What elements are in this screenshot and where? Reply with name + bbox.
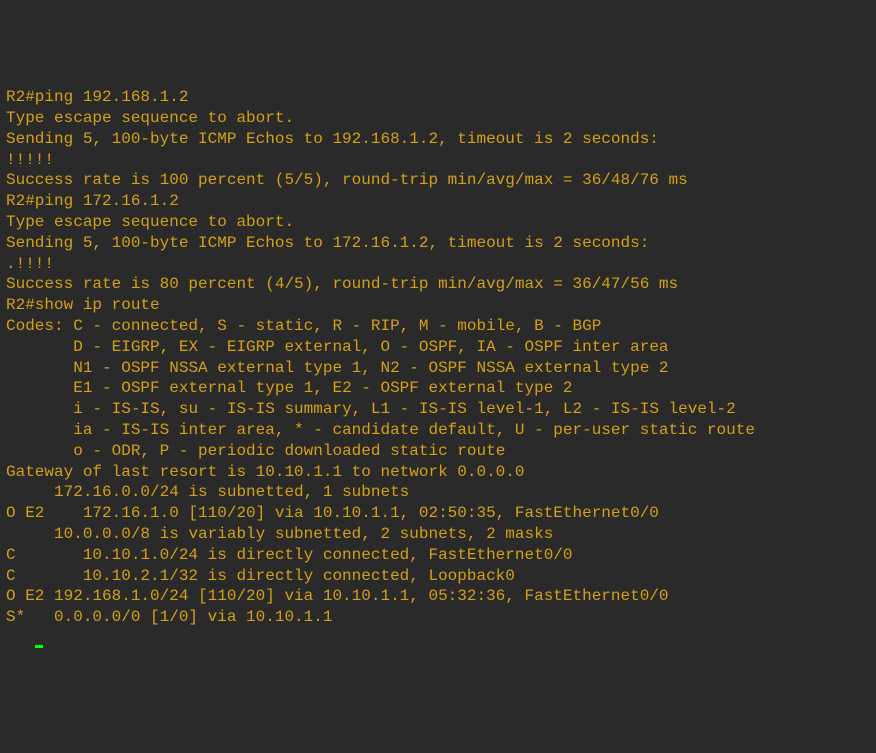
terminal-line: C 10.10.2.1/32 is directly connected, Lo… [6, 566, 870, 587]
terminal-line: D - EIGRP, EX - EIGRP external, O - OSPF… [6, 337, 870, 358]
terminal-line: Gateway of last resort is 10.10.1.1 to n… [6, 462, 870, 483]
terminal-line: N1 - OSPF NSSA external type 1, N2 - OSP… [6, 358, 870, 379]
terminal-line: R2#show ip route [6, 295, 870, 316]
terminal-line: E1 - OSPF external type 1, E2 - OSPF ext… [6, 378, 870, 399]
terminal-line: R2#ping 192.168.1.2 [6, 87, 870, 108]
terminal-line: Sending 5, 100-byte ICMP Echos to 172.16… [6, 233, 870, 254]
terminal-line: Success rate is 80 percent (4/5), round-… [6, 274, 870, 295]
terminal-text: S* 0.0.0.0/0 [1/0] via 10.10.1.1 [6, 608, 332, 626]
terminal-line: O E2 192.168.1.0/24 [110/20] via 10.10.1… [6, 586, 870, 607]
terminal-line: C 10.10.1.0/24 is directly connected, Fa… [6, 545, 870, 566]
terminal-line: Type escape sequence to abort. [6, 108, 870, 129]
terminal-line: Codes: C - connected, S - static, R - RI… [6, 316, 870, 337]
terminal-line: .!!!! [6, 254, 870, 275]
terminal-line: ia - IS-IS inter area, * - candidate def… [6, 420, 870, 441]
terminal-line: Type escape sequence to abort. [6, 212, 870, 233]
terminal-line: !!!!! [6, 150, 870, 171]
terminal-line: 172.16.0.0/24 is subnetted, 1 subnets [6, 482, 870, 503]
terminal-line: O E2 172.16.1.0 [110/20] via 10.10.1.1, … [6, 503, 870, 524]
terminal-line: Success rate is 100 percent (5/5), round… [6, 170, 870, 191]
terminal-line: 10.0.0.0/8 is variably subnetted, 2 subn… [6, 524, 870, 545]
terminal-line: o - ODR, P - periodic downloaded static … [6, 441, 870, 462]
terminal-output[interactable]: R2#ping 192.168.1.2Type escape sequence … [6, 87, 870, 649]
terminal-line: S* 0.0.0.0/0 [1/0] via 10.10.1.1 [6, 607, 870, 628]
terminal-line: R2#ping 172.16.1.2 [6, 191, 870, 212]
terminal-line: i - IS-IS, su - IS-IS summary, L1 - IS-I… [6, 399, 870, 420]
terminal-line: Sending 5, 100-byte ICMP Echos to 192.16… [6, 129, 870, 150]
